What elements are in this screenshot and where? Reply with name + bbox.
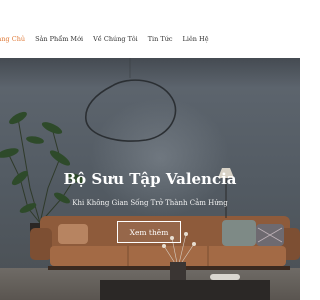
view-more-button[interactable]: Xem thêm: [117, 221, 181, 243]
nav-item-contact[interactable]: Liên Hệ: [183, 35, 209, 43]
top-header: Trang Chủ Sản Phẩm Mới Về Chúng Tôi Tin …: [0, 0, 300, 58]
wall-mirror: [85, 79, 177, 142]
hero-subtitle: Khi Không Gian Sống Trở Thành Cảm Hứng: [72, 199, 228, 207]
hero-title: Bộ Sưu Tập Valencia: [63, 170, 237, 188]
nav-item-news[interactable]: Tin Tức: [148, 35, 173, 43]
nav-item-about-us[interactable]: Về Chúng Tôi: [93, 35, 138, 43]
nav-item-new-products[interactable]: Sản Phẩm Mới: [35, 35, 83, 43]
nav-item-home[interactable]: Trang Chủ: [0, 35, 25, 43]
main-navigation: Trang Chủ Sản Phẩm Mới Về Chúng Tôi Tin …: [0, 33, 219, 45]
cushion-left: [58, 224, 88, 244]
hero-banner: Bộ Sưu Tập Valencia Khi Không Gian Sống …: [0, 58, 300, 300]
cushion-right: [222, 220, 256, 246]
